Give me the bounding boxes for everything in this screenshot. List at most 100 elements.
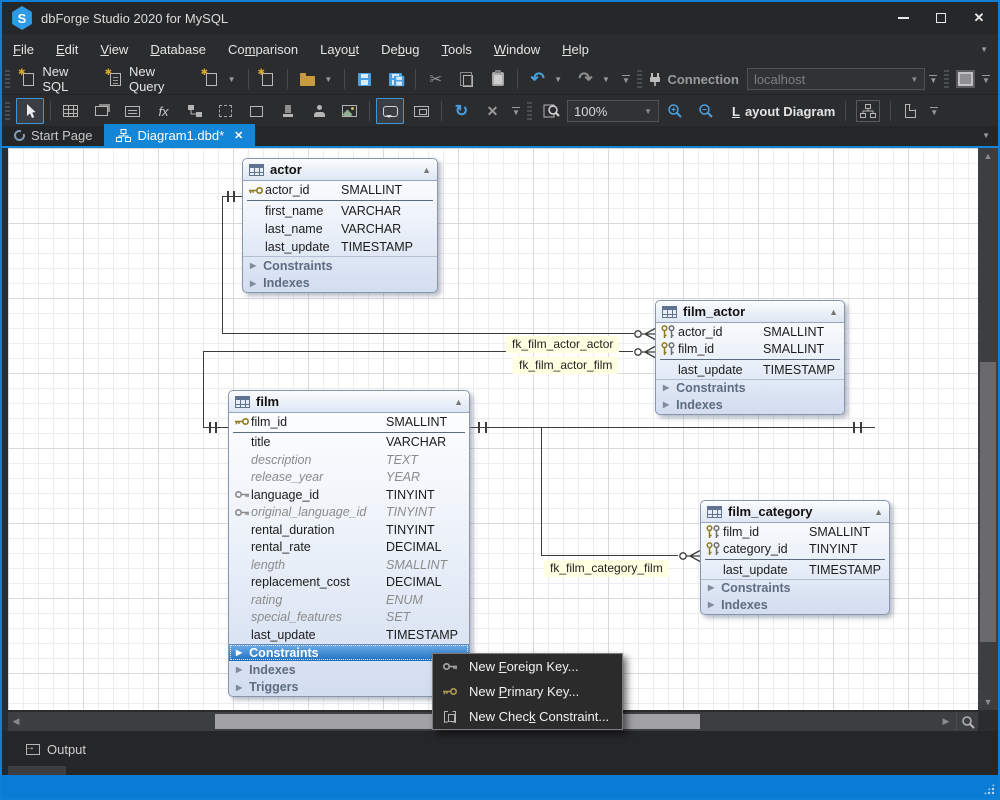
tab-close-icon[interactable]: ✕ bbox=[230, 129, 243, 142]
menu-debug[interactable]: Debug bbox=[370, 38, 430, 61]
relationship-label[interactable]: fk_film_category_film bbox=[544, 560, 669, 577]
save-button[interactable] bbox=[349, 67, 380, 91]
column-row[interactable]: rental_duration TINYINT bbox=[229, 521, 469, 539]
stamp-tool-button[interactable] bbox=[272, 99, 303, 123]
section-constraints[interactable]: ▶ Constraints bbox=[701, 578, 889, 597]
table-tool-button[interactable] bbox=[55, 99, 86, 123]
relationship-line[interactable] bbox=[541, 555, 678, 557]
comment-tool-button[interactable] bbox=[376, 98, 404, 124]
output-panel-tab[interactable]: Output bbox=[25, 742, 86, 757]
copy-button[interactable] bbox=[451, 67, 482, 91]
column-row[interactable]: actor_id SMALLINT bbox=[243, 181, 437, 199]
column-row[interactable]: release_year YEAR bbox=[229, 469, 469, 487]
arrange-tables-button[interactable] bbox=[850, 97, 886, 125]
column-row[interactable]: last_update TIMESTAMP bbox=[701, 561, 889, 579]
column-row[interactable]: length SMALLINT bbox=[229, 556, 469, 574]
tab-start-page[interactable]: Start Page bbox=[2, 124, 104, 146]
menu-item-new-check-constraint[interactable]: New Check Constraint... bbox=[433, 704, 622, 729]
column-row[interactable]: original_language_id TINYINT bbox=[229, 504, 469, 522]
paste-button[interactable] bbox=[482, 67, 513, 91]
entity-header[interactable]: film ▲ bbox=[229, 391, 469, 413]
column-row[interactable]: title VARCHAR bbox=[229, 434, 469, 452]
entity-table-film[interactable]: film ▲ film_id SMALLINT title VARCHAR des… bbox=[228, 390, 470, 697]
function-tool-button[interactable]: fx bbox=[148, 99, 179, 123]
column-row[interactable]: language_id TINYINT bbox=[229, 486, 469, 504]
scroll-down-icon[interactable]: ▼ bbox=[978, 697, 998, 707]
minimize-button[interactable] bbox=[884, 2, 922, 34]
vertical-scroll-thumb[interactable] bbox=[980, 362, 996, 642]
relationship-line[interactable] bbox=[222, 195, 242, 197]
connection-combobox[interactable]: localhost ▼ bbox=[746, 68, 926, 90]
section-indexes[interactable]: ▶ Indexes bbox=[656, 396, 844, 414]
menu-comparison[interactable]: Comparison bbox=[217, 38, 309, 61]
redo-button[interactable]: ↷ ▼ bbox=[570, 67, 618, 91]
entity-header[interactable]: actor ▲ bbox=[243, 159, 437, 181]
entity-header[interactable]: film_category ▲ bbox=[701, 501, 889, 523]
new-sql-button[interactable]: New SQL bbox=[14, 61, 101, 97]
toolbar-grip[interactable] bbox=[5, 102, 10, 120]
toolbar-overflow-icon[interactable]: ▼ bbox=[978, 75, 994, 85]
image-tool-button[interactable] bbox=[334, 99, 365, 123]
menu-layout[interactable]: Layout bbox=[309, 38, 370, 61]
column-row[interactable]: last_update TIMESTAMP bbox=[243, 238, 437, 256]
column-row[interactable]: category_id TINYINT bbox=[701, 541, 889, 559]
close-button[interactable]: ✕ bbox=[960, 2, 998, 34]
zoom-window-button[interactable] bbox=[536, 99, 567, 123]
entity-table-actor[interactable]: actor ▲ actor_id SMALLINT first_name VARC… bbox=[242, 158, 438, 293]
column-row[interactable]: film_id SMALLINT bbox=[229, 413, 469, 431]
person-stamp-button[interactable] bbox=[303, 99, 334, 123]
column-row[interactable]: rating ENUM bbox=[229, 591, 469, 609]
section-indexes[interactable]: ▶ Indexes bbox=[243, 274, 437, 292]
relationship-label[interactable]: fk_film_actor_actor bbox=[506, 336, 620, 353]
column-row[interactable]: last_update TIMESTAMP bbox=[656, 361, 844, 379]
collapse-icon[interactable]: ▲ bbox=[422, 165, 431, 175]
save-all-button[interactable] bbox=[380, 67, 411, 91]
output-tab-indicator[interactable] bbox=[8, 766, 66, 775]
refresh-button[interactable]: ↻ bbox=[446, 99, 477, 123]
collapse-icon[interactable]: ▲ bbox=[874, 507, 883, 517]
toolbar-overflow-icon[interactable]: ▼ bbox=[618, 75, 634, 85]
column-row[interactable]: rental_rate DECIMAL bbox=[229, 539, 469, 557]
diagram-canvas[interactable]: fk_film_actor_actor fk_film_actor_film f… bbox=[8, 148, 978, 710]
column-row[interactable]: film_id SMALLINT bbox=[656, 341, 844, 359]
vertical-scrollbar[interactable]: ▲ ▼ bbox=[978, 148, 998, 710]
column-row[interactable]: actor_id SMALLINT bbox=[656, 323, 844, 341]
menu-database[interactable]: Database bbox=[139, 38, 217, 61]
delete-button[interactable]: ✕ bbox=[477, 99, 508, 123]
menu-edit[interactable]: Edit bbox=[45, 38, 89, 61]
pointer-tool-button[interactable] bbox=[16, 98, 44, 124]
open-file-button[interactable]: ▼ bbox=[292, 67, 340, 91]
view-tool-button[interactable] bbox=[86, 99, 117, 123]
dock-layout-icon[interactable] bbox=[956, 70, 976, 88]
tab-diagram1[interactable]: Diagram1.dbd* ✕ bbox=[104, 124, 256, 146]
toolbar-overflow-icon[interactable]: ▼ bbox=[925, 75, 941, 85]
menu-item-new-foreign-key[interactable]: New Foreign Key... bbox=[433, 654, 622, 679]
scroll-up-icon[interactable]: ▲ bbox=[978, 151, 998, 161]
relationship-line[interactable] bbox=[541, 426, 543, 556]
menu-view[interactable]: View bbox=[89, 38, 139, 61]
entity-table-film-actor[interactable]: film_actor ▲ actor_id SMALLINT film_id S… bbox=[655, 300, 845, 415]
toolbar-overflow-icon[interactable]: ▼ bbox=[508, 107, 524, 117]
relationship-line[interactable] bbox=[222, 195, 224, 334]
collapse-icon[interactable]: ▲ bbox=[454, 397, 463, 407]
scroll-left-icon[interactable]: ◀ bbox=[8, 716, 24, 727]
toolbar-grip[interactable] bbox=[636, 70, 642, 88]
tab-overflow-icon[interactable]: ▼ bbox=[982, 131, 990, 146]
column-row[interactable]: description TEXT bbox=[229, 451, 469, 469]
menu-help[interactable]: Help bbox=[551, 38, 600, 61]
zoom-combobox[interactable]: 100% ▼ bbox=[567, 100, 659, 122]
column-row[interactable]: last_update TIMESTAMP bbox=[229, 626, 469, 644]
menu-window[interactable]: Window bbox=[483, 38, 551, 61]
layout-diagram-button[interactable]: Layout Diagram bbox=[721, 101, 841, 122]
page-setup-button[interactable] bbox=[895, 99, 926, 123]
column-row[interactable]: last_name VARCHAR bbox=[243, 220, 437, 238]
column-row[interactable]: film_id SMALLINT bbox=[701, 523, 889, 541]
column-row[interactable]: replacement_cost DECIMAL bbox=[229, 574, 469, 592]
cut-button[interactable]: ✂ bbox=[420, 67, 451, 91]
resize-grip[interactable] bbox=[983, 783, 995, 795]
editor-tool-button[interactable] bbox=[117, 99, 148, 123]
section-constraints[interactable]: ▶ Constraints bbox=[656, 378, 844, 397]
new-object-button[interactable] bbox=[252, 67, 283, 91]
toolbar-overflow-icon[interactable]: ▼ bbox=[926, 107, 942, 117]
relationship-line[interactable] bbox=[222, 333, 634, 335]
